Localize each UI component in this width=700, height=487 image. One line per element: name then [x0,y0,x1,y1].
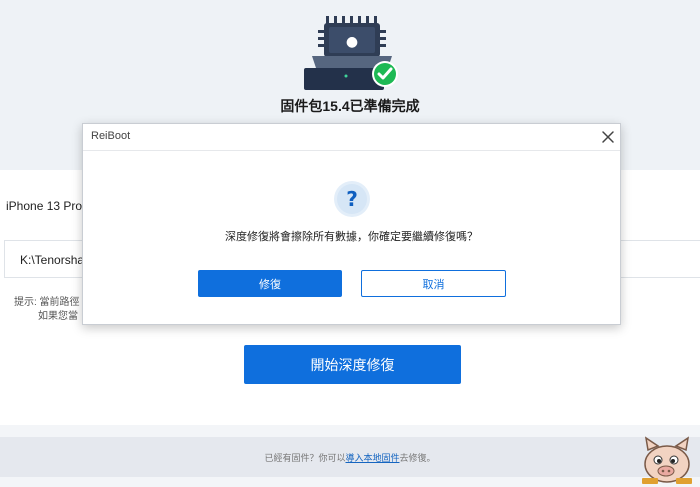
cancel-button[interactable]: 取消 [361,270,506,297]
confirm-dialog: ReiBoot ? 深度修復將會擦除所有數據，你確定要繼續修復嗎？ 修復 取消 [82,123,621,325]
hint-text-2: 如果您當 [38,311,78,322]
question-glyph: ? [346,187,358,211]
bottom-strip [0,477,700,487]
question-icon: ? [334,181,370,217]
footer-suffix: 去修復。 [399,453,436,463]
firmware-ready-title: 固件包15.4已準備完成 [280,98,420,114]
dialog-message: 深度修復將會擦除所有數據，你確定要繼續修復嗎？ [225,231,478,243]
close-icon[interactable] [601,130,615,144]
dialog-header: ReiBoot [83,124,620,151]
firmware-path-text: K:\Tenorsha [20,253,85,267]
confirm-repair-button[interactable]: 修復 [198,270,342,297]
hint-text: 提示: 當前路徑 [14,297,80,308]
import-local-firmware-link[interactable]: 導入本地固件 [345,453,399,463]
device-name: iPhone 13 Pro [6,199,83,213]
footer-text: 已經有固件？你可以導入本地固件去修復。 [0,451,700,464]
dialog-title: ReiBoot [91,130,131,142]
footer-prefix: 已經有固件？你可以 [264,453,346,463]
pig-mascot-logo [642,436,692,484]
firmware-chip-icon: ● [304,16,398,90]
start-deep-repair-button[interactable]: 開始深度修復 [244,345,461,384]
svg-text:●: ● [346,34,358,50]
